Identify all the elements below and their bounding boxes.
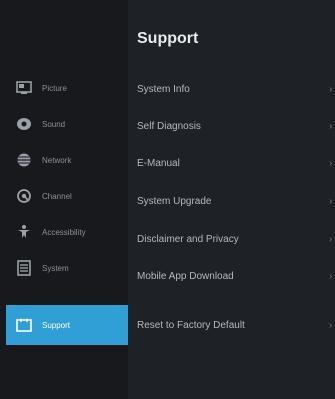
- menu-item-label: Mobile App Download: [137, 270, 234, 282]
- sidebar-item-label: Channel: [42, 191, 72, 201]
- menu-item-mobile-app-download[interactable]: Mobile App Download ›: [137, 263, 335, 289]
- menu-item-label: Disclaimer and Privacy: [137, 233, 239, 245]
- menu-item-label: E-Manual: [137, 157, 180, 169]
- menu-item-self-diagnosis[interactable]: Self Diagnosis ›: [137, 113, 335, 139]
- sidebar-item-support[interactable]: Support: [6, 305, 128, 345]
- sound-icon: [16, 116, 32, 132]
- chevron-right-icon: ›: [329, 270, 333, 282]
- chevron-right-icon: ›: [329, 233, 333, 245]
- sidebar-item-network[interactable]: Network: [0, 142, 128, 178]
- tv-settings-screen: Picture Sound Network Channel Accessibil: [0, 0, 335, 399]
- network-globe-icon: [16, 152, 32, 168]
- sidebar-item-label: Network: [42, 155, 72, 165]
- channel-icon: [16, 188, 32, 204]
- menu-item-label: System Info: [137, 83, 190, 95]
- chevron-right-icon: ›: [329, 319, 333, 331]
- menu-item-reset-to-factory-default[interactable]: Reset to Factory Default ›: [137, 312, 335, 338]
- menu-item-label: Reset to Factory Default: [137, 319, 245, 331]
- sidebar-item-label: Picture: [42, 83, 67, 93]
- system-icon: [16, 260, 32, 276]
- menu-item-system-info[interactable]: System Info ›: [137, 76, 335, 102]
- sidebar-item-label: Support: [42, 320, 71, 330]
- menu-item-system-upgrade[interactable]: System Upgrade ›: [137, 188, 335, 214]
- sidebar-item-label: Sound: [42, 119, 66, 129]
- settings-sidebar: Picture Sound Network Channel Accessibil: [0, 0, 128, 399]
- support-icon: [16, 317, 32, 333]
- sidebar-item-channel[interactable]: Channel: [0, 178, 128, 214]
- chevron-right-icon: ›: [329, 195, 333, 207]
- sidebar-item-system[interactable]: System: [0, 250, 128, 286]
- chevron-right-icon: ›: [329, 83, 333, 95]
- menu-item-label: System Upgrade: [137, 195, 212, 207]
- sidebar-item-accessibility[interactable]: Accessibility: [0, 214, 128, 250]
- sidebar-item-sound[interactable]: Sound: [0, 106, 128, 142]
- picture-icon: [16, 80, 32, 96]
- chevron-right-icon: ›: [329, 120, 333, 132]
- sidebar-item-label: Accessibility: [42, 227, 86, 237]
- menu-item-disclaimer-and-privacy[interactable]: Disclaimer and Privacy ›: [137, 226, 335, 252]
- accessibility-icon: [16, 224, 32, 240]
- sidebar-item-picture[interactable]: Picture: [0, 70, 128, 106]
- chevron-right-icon: ›: [329, 157, 333, 169]
- page-title: Support: [137, 30, 199, 47]
- sidebar-item-label: System: [42, 263, 69, 273]
- menu-item-label: Self Diagnosis: [137, 120, 201, 132]
- menu-item-e-manual[interactable]: E-Manual ›: [137, 150, 335, 176]
